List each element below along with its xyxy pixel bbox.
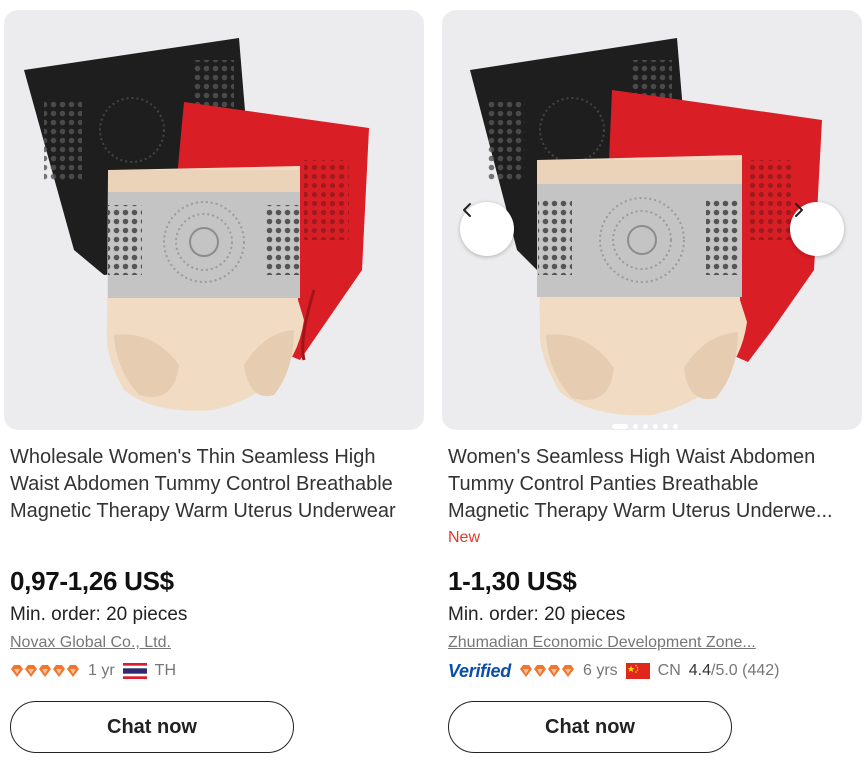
verified-badge: Verified — [448, 660, 511, 681]
supplier-meta: 1 yr TH — [10, 660, 184, 682]
supplier-rating: 4.4/5.0 (442) — [689, 662, 780, 680]
carousel-dot[interactable] — [612, 423, 628, 429]
product-image-carousel[interactable] — [442, 10, 862, 430]
supplier-link[interactable]: Novax Global Co., Ltd. — [10, 634, 171, 652]
chat-now-button[interactable]: Chat now — [448, 701, 732, 753]
carousel-dot[interactable] — [653, 423, 658, 429]
rating-score: 4.4 — [688, 662, 711, 679]
diamond-icon — [519, 665, 574, 677]
supplier-link[interactable]: Zhumadian Economic Development Zone... — [448, 634, 756, 652]
product-price: 1-1,30 US$ — [448, 566, 577, 596]
min-order: Min. order: 20 pieces — [10, 604, 188, 625]
product-card[interactable]: Wholesale Women's Thin Seamless High Wai… — [4, 0, 424, 777]
title-line: Magnetic Therapy Warm Uterus Underwear — [10, 500, 396, 522]
country-code: TH — [154, 662, 176, 679]
chevron-left-icon — [463, 203, 471, 217]
rating-max: /5.0 — [711, 662, 738, 679]
product-card[interactable]: Women's Seamless High Waist Abdomen Tumm… — [442, 0, 862, 777]
rating-count: (442) — [742, 662, 780, 679]
diamond-icon — [11, 665, 79, 677]
min-order: Min. order: 20 pieces — [448, 604, 626, 625]
product-title[interactable]: Women's Seamless High Waist Abdomen Tumm… — [448, 444, 860, 525]
title-line: Women's Seamless High Waist Abdomen — [448, 446, 816, 468]
product-price: 0,97-1,26 US$ — [10, 566, 174, 596]
title-line: Tummy Control Panties Breathable — [448, 473, 759, 495]
supplier-years: 6 yrs — [582, 662, 618, 679]
title-line: Magnetic Therapy Warm Uterus Underwe... — [448, 500, 833, 522]
supplier-years: 1 yr — [88, 662, 115, 679]
chat-now-button[interactable]: Chat now — [10, 701, 294, 753]
chevron-right-icon — [795, 203, 803, 217]
carousel-prev-button[interactable] — [460, 202, 514, 256]
carousel-next-button[interactable] — [790, 202, 844, 256]
supplier-diamond-rating — [10, 664, 80, 678]
carousel-indicator — [612, 422, 678, 430]
carousel-dot[interactable] — [643, 423, 648, 429]
carousel-dot[interactable] — [673, 423, 678, 429]
carousel-dot[interactable] — [633, 423, 638, 429]
title-line: Wholesale Women's Thin Seamless High — [10, 446, 376, 468]
product-image[interactable] — [4, 10, 424, 430]
carousel-dot[interactable] — [663, 423, 668, 429]
new-badge: New — [448, 529, 481, 546]
country-code: CN — [657, 662, 681, 679]
china-flag-icon — [625, 663, 650, 679]
product-title[interactable]: Wholesale Women's Thin Seamless High Wai… — [10, 444, 422, 525]
thailand-flag-icon — [122, 663, 147, 679]
product-photo-illustration — [24, 38, 369, 411]
title-line: Waist Abdomen Tummy Control Breathable — [10, 473, 393, 495]
supplier-meta: Verified 6 yrs CN 4.4/5.0 (442) — [448, 660, 788, 682]
supplier-diamond-rating — [519, 664, 575, 678]
